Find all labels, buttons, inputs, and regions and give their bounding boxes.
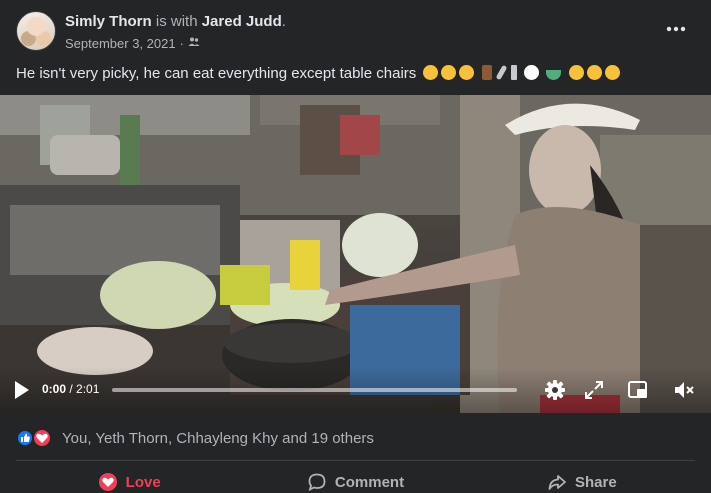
- settings-button[interactable]: [544, 379, 566, 401]
- share-button[interactable]: Share: [469, 464, 695, 493]
- reaction-icons: [16, 428, 54, 448]
- mute-button[interactable]: [673, 379, 695, 401]
- rofl-icon: [568, 65, 584, 80]
- more-dots-icon: [666, 26, 686, 32]
- spoon-icon: [495, 64, 508, 81]
- more-options-button[interactable]: [662, 15, 690, 43]
- play-icon: [15, 381, 29, 399]
- love-label: Love: [125, 473, 161, 491]
- expand-icon: [585, 381, 603, 399]
- play-button[interactable]: [12, 379, 32, 401]
- comment-button[interactable]: Comment: [242, 464, 468, 493]
- rofl-icon: [423, 65, 439, 80]
- caption-text: He isn't very picky, he can eat everythi…: [16, 65, 417, 82]
- post-date[interactable]: September 3, 2021: [65, 36, 176, 51]
- action-divider: [16, 460, 695, 461]
- author-name[interactable]: Simly Thorn: [65, 13, 152, 30]
- video-controls: 0:00 / 2:01: [0, 367, 711, 413]
- fullscreen-button[interactable]: [583, 379, 605, 401]
- chair-icon: [481, 65, 492, 80]
- grin-sweat-icon: [586, 65, 602, 80]
- reactions-text[interactable]: You, Yeth Thorn, Chhayleng Khy and 19 ot…: [62, 430, 374, 447]
- gear-icon: [545, 380, 565, 400]
- picture-in-picture-icon: [628, 381, 647, 398]
- love-reaction-icon: [32, 428, 52, 448]
- comment-icon: [308, 473, 326, 492]
- share-label: Share: [574, 473, 617, 491]
- time-separator: /: [66, 382, 77, 396]
- love-icon: [98, 473, 117, 491]
- comment-label: Comment: [334, 473, 405, 491]
- tagged-friend-name[interactable]: Jared Judd: [202, 13, 282, 30]
- miniplayer-button[interactable]: [627, 379, 649, 401]
- fork-knife-icon: [510, 65, 517, 80]
- current-time: 0:00: [42, 382, 67, 396]
- post-header: Simly Thorn is with Jared Judd. Septembe…: [16, 11, 696, 55]
- author-line: Simly Thorn is with Jared Judd.: [65, 13, 286, 30]
- author-avatar[interactable]: [16, 11, 56, 51]
- caption-emojis: [420, 64, 620, 82]
- video-duration: 2:01: [76, 382, 100, 396]
- with-text: is with: [155, 13, 198, 30]
- facebook-post: Simly Thorn is with Jared Judd. Septembe…: [0, 0, 711, 493]
- share-icon: [548, 475, 566, 490]
- progress-bar[interactable]: [112, 388, 517, 392]
- post-actions: Love Comment Share: [16, 464, 695, 493]
- video-player[interactable]: 0:00 / 2:01: [0, 95, 711, 413]
- post-caption: He isn't very picky, he can eat everythi…: [16, 64, 620, 82]
- period: .: [281, 13, 286, 30]
- friends-icon: [188, 36, 200, 51]
- laughing-icon: [604, 65, 620, 80]
- post-meta: September 3, 2021 ·: [65, 36, 200, 51]
- video-time: 0:00 / 2:01: [42, 382, 99, 396]
- video-frame: [0, 95, 711, 413]
- bowl-icon: [546, 70, 562, 80]
- reactions-summary[interactable]: You, Yeth Thorn, Chhayleng Khy and 19 ot…: [16, 428, 374, 448]
- laughing-icon: [441, 65, 457, 80]
- volume-muted-icon: [675, 382, 694, 398]
- plate-icon: [524, 65, 540, 80]
- love-button[interactable]: Love: [16, 464, 242, 493]
- meta-dot: ·: [179, 36, 184, 51]
- grin-sweat-icon: [459, 65, 475, 80]
